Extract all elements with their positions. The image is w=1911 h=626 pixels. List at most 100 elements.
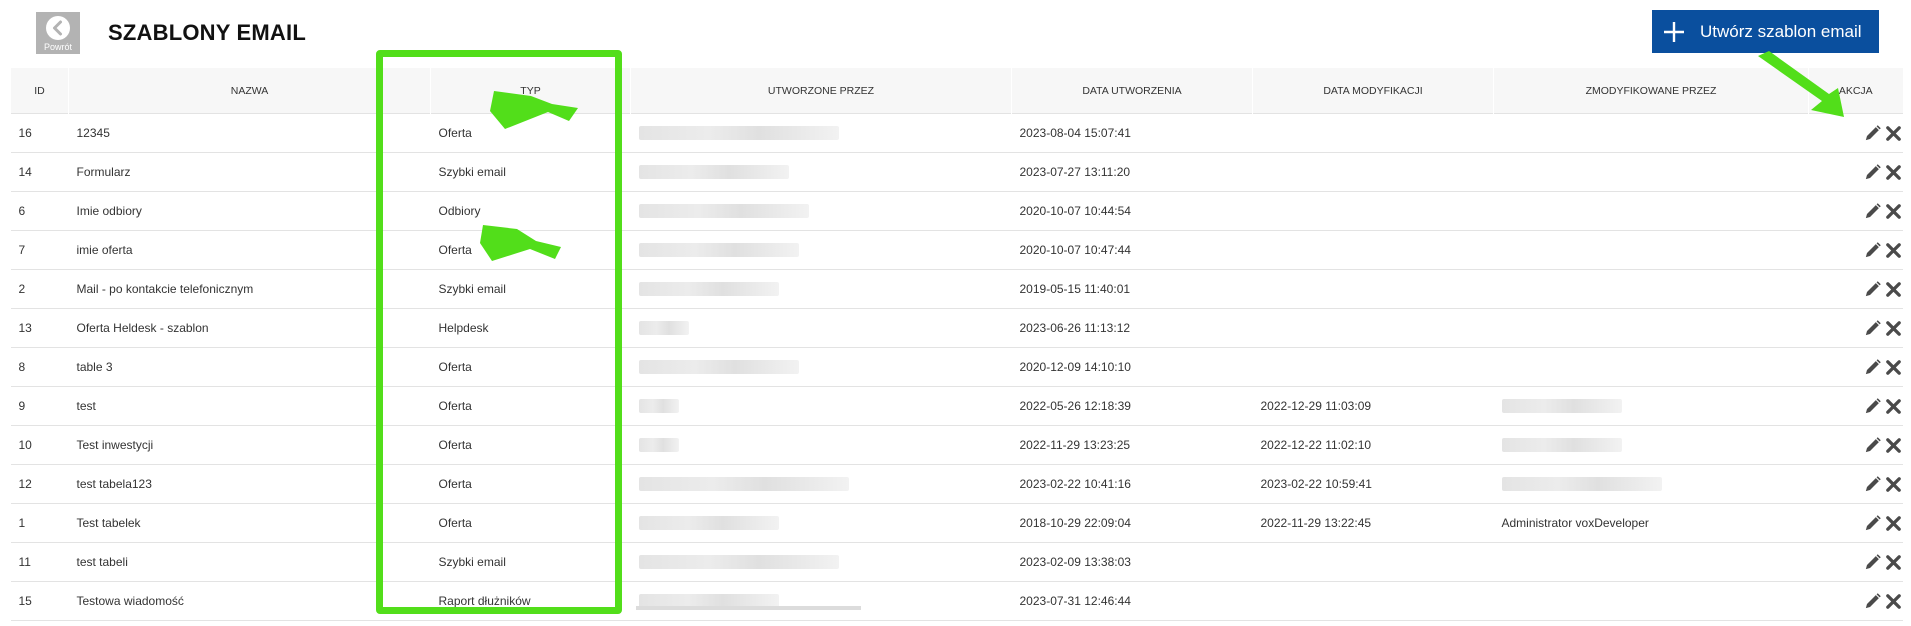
cell-created-by (630, 113, 1012, 153)
cell-name: Imie odbiory (68, 191, 431, 231)
cell-type: Oferta (430, 503, 631, 543)
cell-type: Oferta (430, 464, 631, 504)
redacted-text (638, 243, 799, 258)
table-row[interactable]: 12 test tabela123 Oferta 2023-02-22 10:41:1… (10, 464, 1903, 504)
close-x-icon[interactable] (1884, 319, 1903, 338)
cell-modified-by (1493, 230, 1809, 270)
table-row[interactable]: 13 Oferta Heldesk - szablon Helpdesk 2023-0… (10, 308, 1903, 348)
table-row[interactable]: 9 test Oferta 2022-05-26 12:18:39 2022-12-29… (10, 386, 1903, 426)
cell-id: 11 (10, 542, 69, 582)
cell-created-by (630, 230, 1012, 270)
cell-modified-at (1252, 542, 1494, 582)
column-header-type[interactable]: TYP (430, 68, 631, 114)
cell-type: Oferta (430, 230, 631, 270)
column-header-modified-at[interactable]: DATA MODYFIKACJI (1252, 68, 1494, 114)
create-template-label: Utwórz szablon email (1700, 21, 1862, 41)
cell-created-by (630, 386, 1012, 426)
horizontal-scrollbar[interactable] (636, 606, 861, 610)
column-header-created-at[interactable]: DATA UTWORZENIA (1011, 68, 1253, 114)
cell-created-at: 2023-06-26 11:13:12 (1011, 308, 1253, 348)
cell-modified-at: 2023-02-22 10:59:41 (1252, 464, 1494, 504)
close-x-icon[interactable] (1884, 592, 1903, 611)
cell-modified-at (1252, 269, 1494, 309)
pencil-icon[interactable] (1863, 241, 1882, 260)
table-header-row: ID NAZWA TYP UTWORZONE PRZEZ DATA UTWORZ… (10, 68, 1903, 114)
close-x-icon[interactable] (1884, 436, 1903, 455)
back-button[interactable]: Powrót (36, 12, 80, 54)
cell-action (1808, 542, 1903, 582)
column-header-action: AKCJA (1808, 68, 1903, 114)
cell-modified-at: 2022-11-29 13:22:45 (1252, 503, 1494, 543)
cell-type: Oferta (430, 113, 631, 153)
pencil-icon[interactable] (1863, 553, 1882, 572)
cell-id: 6 (10, 191, 69, 231)
column-header-id[interactable]: ID (10, 68, 69, 114)
cell-name: table 3 (68, 347, 431, 387)
table-row[interactable]: 7 imie oferta Oferta 2020-10-07 10:47:44 (10, 230, 1903, 270)
close-x-icon[interactable] (1884, 475, 1903, 494)
pencil-icon[interactable] (1863, 124, 1882, 143)
cell-type: Raport dłużników (430, 581, 631, 621)
cell-modified-at (1252, 581, 1494, 621)
redacted-text (638, 360, 799, 375)
close-x-icon[interactable] (1884, 241, 1903, 260)
table-row[interactable]: 2 Mail - po kontakcie telefonicznym Szybki… (10, 269, 1903, 309)
cell-modified-by (1493, 191, 1809, 231)
cell-created-by (630, 191, 1012, 231)
cell-created-at: 2020-12-09 14:10:10 (1011, 347, 1253, 387)
pencil-icon[interactable] (1863, 163, 1882, 182)
column-header-name[interactable]: NAZWA (68, 68, 431, 114)
cell-type: Oferta (430, 347, 631, 387)
cell-modified-at (1252, 347, 1494, 387)
pencil-icon[interactable] (1863, 397, 1882, 416)
close-x-icon[interactable] (1884, 358, 1903, 377)
cell-name: 12345 (68, 113, 431, 153)
pencil-icon[interactable] (1863, 280, 1882, 299)
cell-created-by (630, 152, 1012, 192)
close-x-icon[interactable] (1884, 163, 1903, 182)
table-row[interactable]: 1 Test tabelek Oferta 2018-10-29 22:09:04 20… (10, 503, 1903, 543)
pencil-icon[interactable] (1863, 436, 1882, 455)
cell-created-at: 2023-02-22 10:41:16 (1011, 464, 1253, 504)
cell-action (1808, 308, 1903, 348)
column-header-created-by[interactable]: UTWORZONE PRZEZ (630, 68, 1012, 114)
create-template-button[interactable]: Utwórz szablon email (1652, 10, 1879, 53)
cell-type: Helpdesk (430, 308, 631, 348)
table-row[interactable]: 15 Testowa wiadomość Raport dłużników 2023-… (10, 581, 1903, 621)
table-row[interactable]: 16 12345 Oferta 2023-08-04 15:07:41 (10, 113, 1903, 153)
cell-modified-by (1493, 113, 1809, 153)
close-x-icon[interactable] (1884, 553, 1903, 572)
redacted-text (638, 282, 779, 297)
table-row[interactable]: 14 Formularz Szybki email 2023-07-27 13:11:… (10, 152, 1903, 192)
close-x-icon[interactable] (1884, 397, 1903, 416)
close-x-icon[interactable] (1884, 124, 1903, 143)
pencil-icon[interactable] (1863, 319, 1882, 338)
cell-id: 12 (10, 464, 69, 504)
pencil-icon[interactable] (1863, 202, 1882, 221)
column-header-modified-by[interactable]: ZMODYFIKOWANE PRZEZ (1493, 68, 1809, 114)
pencil-icon[interactable] (1863, 475, 1882, 494)
cell-name: test tabela123 (68, 464, 431, 504)
table-row[interactable]: 8 table 3 Oferta 2020-12-09 14:10:10 (10, 347, 1903, 387)
cell-modified-by (1493, 464, 1809, 504)
table-row[interactable]: 11 test tabeli Szybki email 2023-02-09 13:3… (10, 542, 1903, 582)
pencil-icon[interactable] (1863, 358, 1882, 377)
close-x-icon[interactable] (1884, 514, 1903, 533)
redacted-text (638, 516, 779, 531)
close-x-icon[interactable] (1884, 202, 1903, 221)
cell-name: Oferta Heldesk - szablon (68, 308, 431, 348)
back-button-label: Powrót (43, 42, 72, 52)
close-x-icon[interactable] (1884, 280, 1903, 299)
pencil-icon[interactable] (1863, 592, 1882, 611)
table-row[interactable]: 10 Test inwestycji Oferta 2022-11-29 13:23:… (10, 425, 1903, 465)
cell-action (1808, 503, 1903, 543)
cell-created-at: 2023-02-09 13:38:03 (1011, 542, 1253, 582)
table-row[interactable]: 6 Imie odbiory Odbiory 2020-10-07 10:44:54 (10, 191, 1903, 231)
cell-modified-by (1493, 152, 1809, 192)
cell-created-by (630, 269, 1012, 309)
cell-modified-at (1252, 152, 1494, 192)
cell-modified-by: Administrator voxDeveloper (1493, 503, 1809, 543)
cell-id: 7 (10, 230, 69, 270)
redacted-text (638, 477, 849, 492)
pencil-icon[interactable] (1863, 514, 1882, 533)
